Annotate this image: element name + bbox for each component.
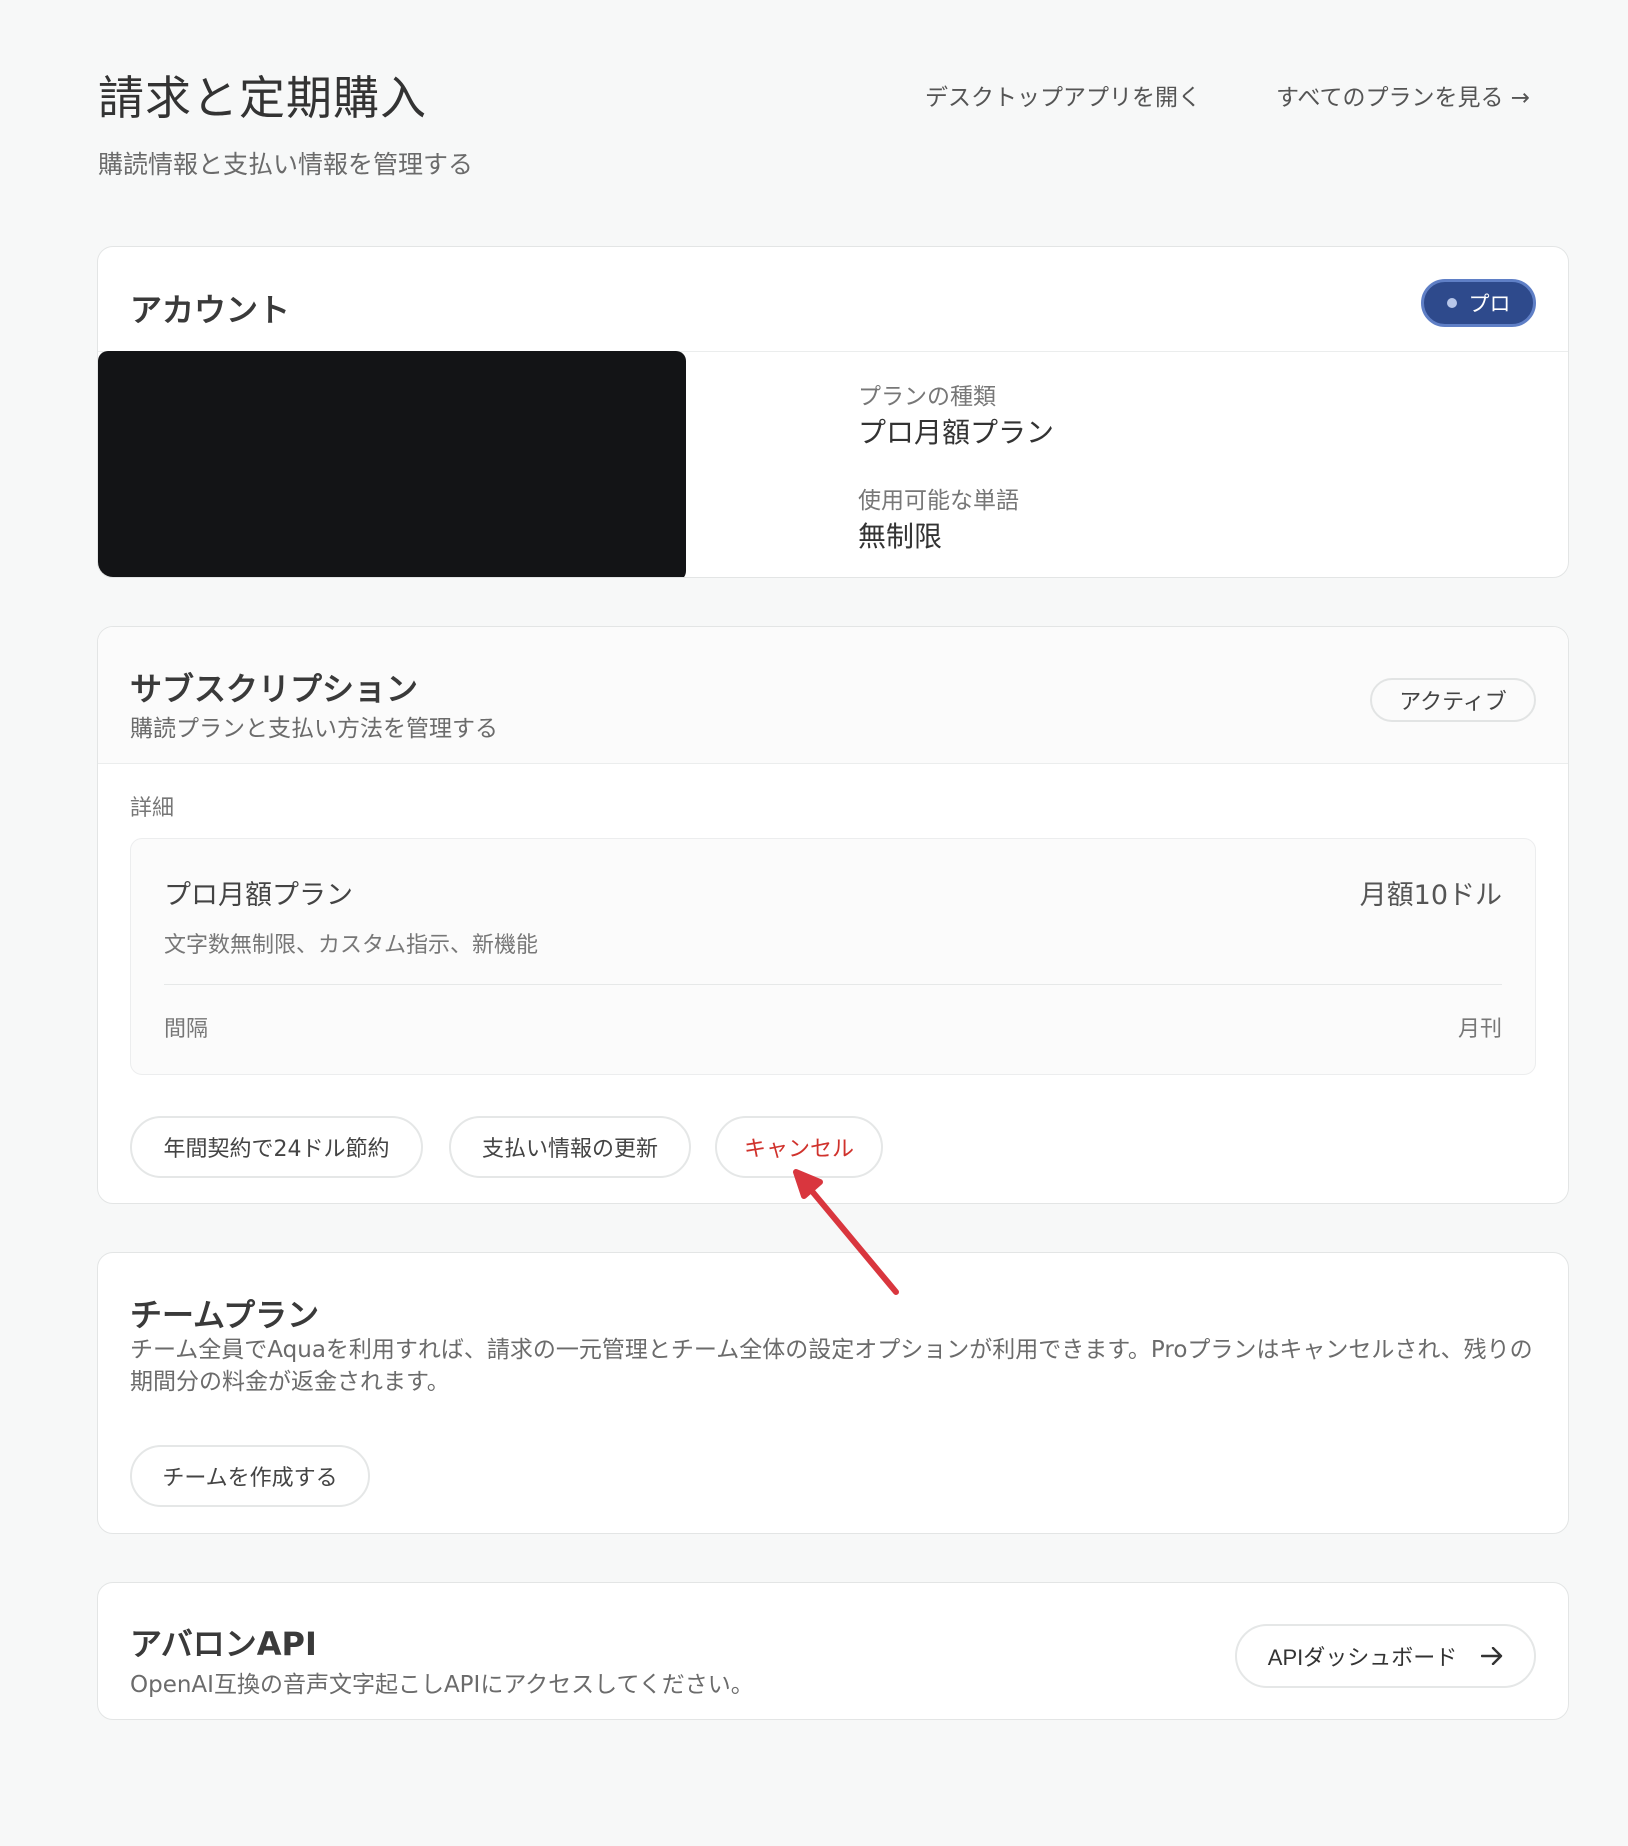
dot-icon — [1446, 298, 1457, 308]
divider — [164, 984, 1502, 985]
plan-type-label: プランの種類 — [858, 384, 996, 410]
account-title: アカウント — [130, 291, 291, 329]
team-title: チームプラン — [130, 1296, 320, 1334]
create-team-button[interactable]: チームを作成する — [130, 1445, 370, 1507]
cancel-subscription-button[interactable]: キャンセル — [715, 1116, 883, 1178]
subscription-description: 購読プランと支払い方法を管理する — [130, 716, 498, 742]
api-title: アバロンAPI — [130, 1625, 317, 1663]
update-payment-button[interactable]: 支払い情報の更新 — [449, 1116, 691, 1178]
subscription-card: サブスクリプション 購読プランと支払い方法を管理する アクティブ 詳細 プロ月額… — [97, 626, 1569, 1204]
page-subtitle: 購読情報と支払い情報を管理する — [98, 150, 474, 179]
arrow-right-icon — [1481, 1647, 1503, 1665]
plan-price: 月額10ドル — [1359, 880, 1502, 911]
api-dashboard-label: APIダッシュボード — [1267, 1645, 1458, 1670]
words-label: 使用可能な単語 — [858, 488, 1019, 514]
page-title: 請求と定期購入 — [98, 71, 427, 125]
annual-savings-button[interactable]: 年間契約で24ドル節約 — [130, 1116, 423, 1178]
team-plan-card: チームプラン チーム全員でAquaを利用すれば、請求の一元管理とチーム全体の設定… — [97, 1252, 1569, 1534]
interval-label: 間隔 — [164, 1017, 209, 1042]
plan-detail-box: プロ月額プラン 月額10ドル 文字数無制限、カスタム指示、新機能 間隔 月刊 — [130, 838, 1536, 1075]
team-description: チーム全員でAquaを利用すれば、請求の一元管理とチーム全体の設定オプションが利… — [130, 1337, 1533, 1395]
api-description: OpenAI互換の音声文字起こしAPIにアクセスしてください。 — [130, 1672, 754, 1698]
plan-features: 文字数無制限、カスタム指示、新機能 — [164, 933, 539, 958]
details-label: 詳細 — [130, 796, 175, 821]
words-value: 無制限 — [858, 520, 943, 553]
pro-badge-label: プロ — [1468, 292, 1511, 316]
subscription-title: サブスクリプション — [130, 670, 419, 708]
redacted-area — [98, 351, 686, 577]
interval-value: 月刊 — [1457, 1017, 1502, 1042]
account-card: アカウント プロ プランの種類 プロ月額プラン 使用可能な単語 無制限 — [97, 246, 1569, 578]
pro-badge: プロ — [1421, 279, 1536, 327]
open-desktop-app-link[interactable]: デスクトップアプリを開く — [925, 78, 1201, 112]
billing-page: 請求と定期購入 購読情報と支払い情報を管理する デスクトップアプリを開く すべて… — [0, 0, 1628, 1846]
view-all-plans-link[interactable]: すべてのプランを見る → — [1276, 78, 1530, 112]
api-dashboard-button[interactable]: APIダッシュボード — [1235, 1624, 1536, 1688]
plan-name: プロ月額プラン — [164, 880, 353, 911]
plan-type-value: プロ月額プラン — [858, 416, 1055, 449]
api-card: アバロンAPI OpenAI互換の音声文字起こしAPIにアクセスしてください。 … — [97, 1582, 1569, 1720]
status-badge: アクティブ — [1370, 678, 1536, 722]
